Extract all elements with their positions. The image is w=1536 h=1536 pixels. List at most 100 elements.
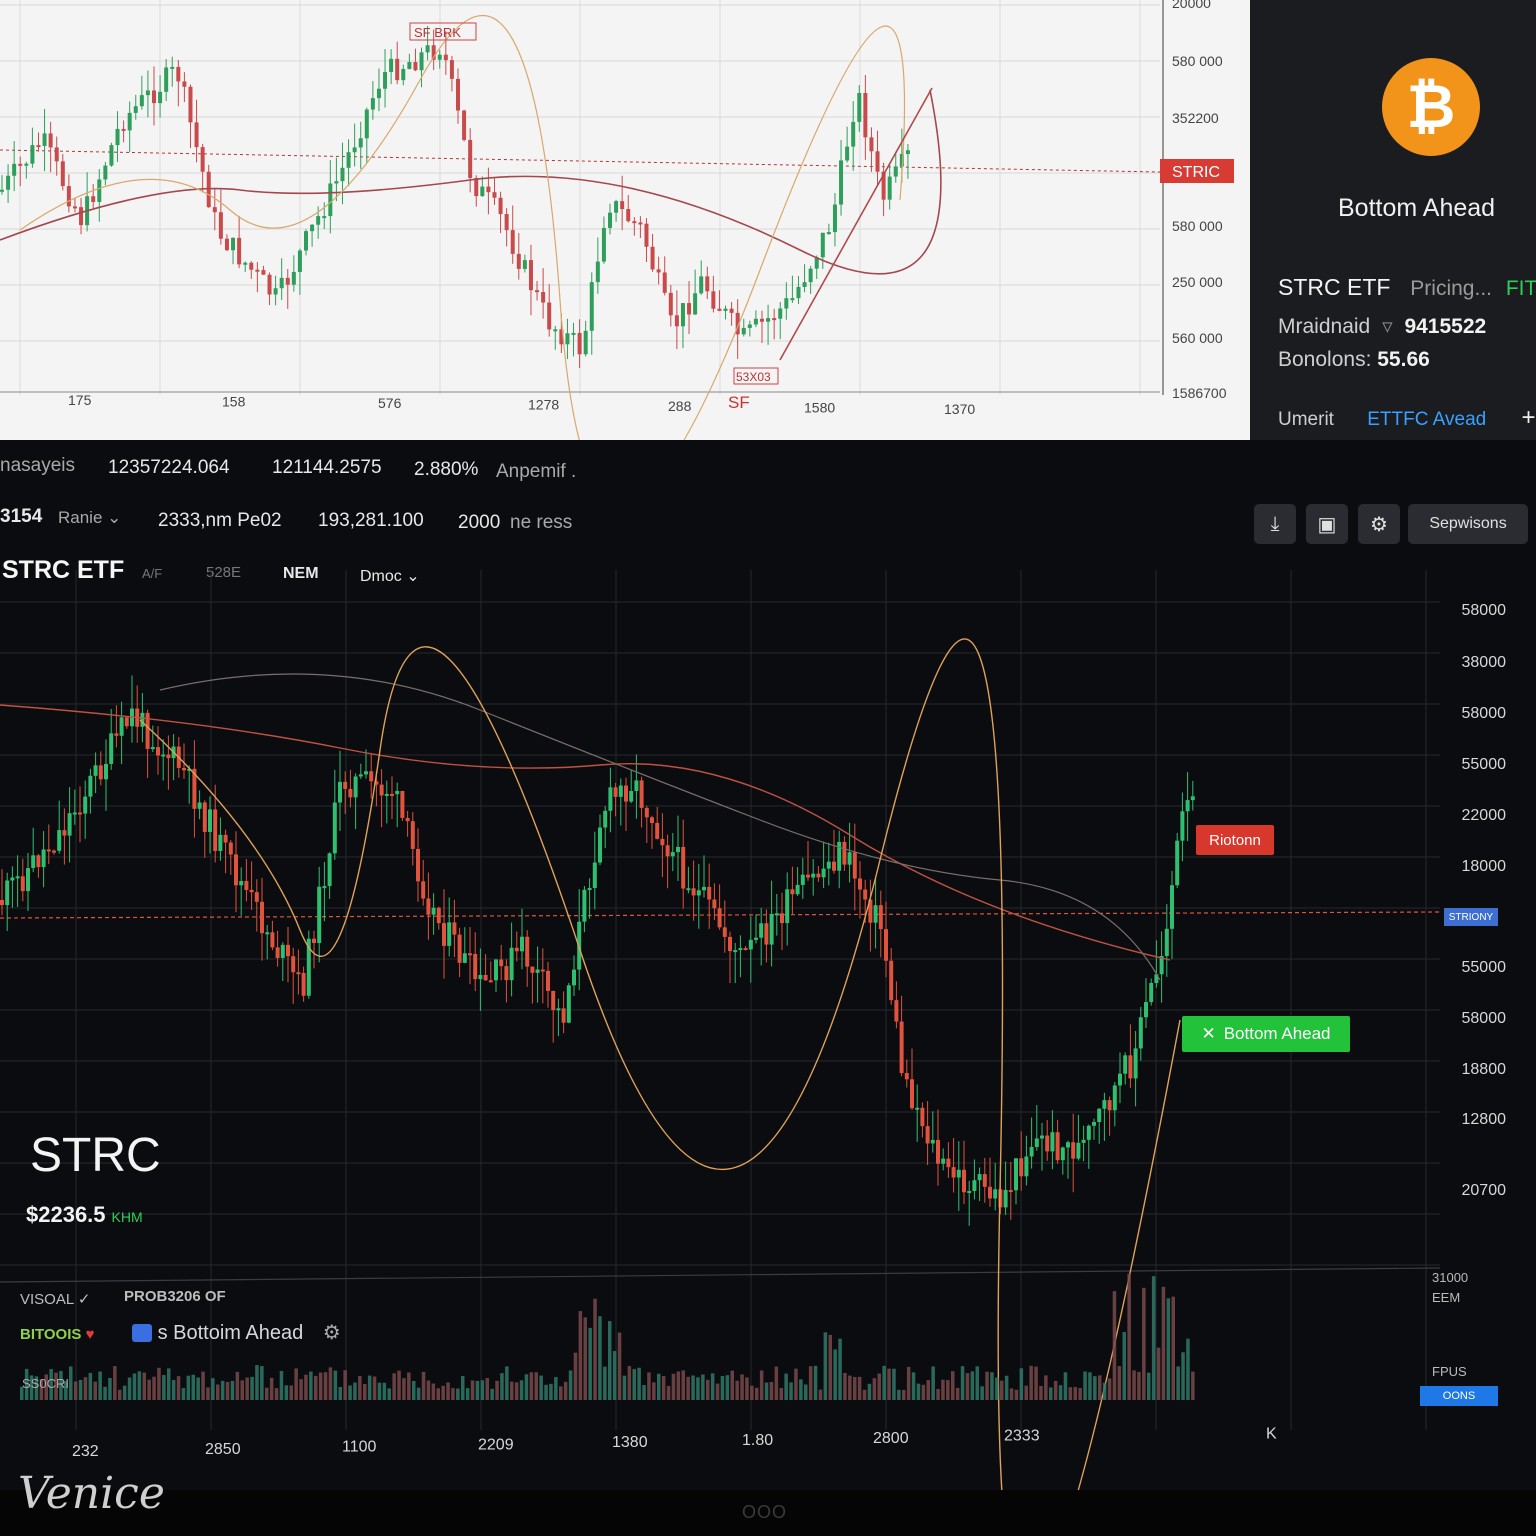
volume-bar — [1088, 1372, 1092, 1400]
volume-bar — [549, 1383, 553, 1400]
price-line-tag: STRIONY — [1444, 908, 1498, 926]
candle-body — [18, 163, 23, 166]
y-tick-label: 58000 — [1462, 602, 1507, 619]
volume-bar — [583, 1317, 587, 1400]
x-marker-label: SF — [728, 393, 750, 412]
candle-body — [468, 139, 473, 179]
volume-bar — [274, 1388, 279, 1400]
etf-link[interactable]: ETTFC Avead — [1367, 409, 1486, 430]
candle-body — [650, 246, 655, 270]
candle-body — [1175, 840, 1180, 886]
volume-bar — [936, 1388, 940, 1400]
volume-bar — [789, 1382, 793, 1400]
range-dropdown[interactable]: Ranie ⌄ — [58, 508, 121, 528]
gear-icon[interactable]: ⚙ — [323, 1322, 341, 1344]
candle-body — [255, 269, 260, 272]
candle-body — [249, 262, 254, 270]
trend-line — [779, 87, 933, 361]
camera-button[interactable]: ▣ — [1306, 504, 1348, 544]
candle-body — [561, 1008, 566, 1023]
volume-bar — [759, 1370, 764, 1400]
volume-bar — [872, 1378, 877, 1400]
volume-tick-label: 31000 — [1432, 1270, 1468, 1285]
y-tick-label: 22000 — [1462, 807, 1507, 824]
candle-body — [93, 765, 98, 776]
volume-tick-label: FPUS — [1432, 1364, 1467, 1379]
volume-bar — [529, 1372, 534, 1400]
candle-body — [124, 717, 129, 727]
candle-body — [547, 302, 552, 330]
volume-bar — [1137, 1371, 1141, 1400]
price-tag-red: Riotonn — [1196, 825, 1274, 855]
bottom-ahead-tag[interactable]: ✕ Bottom Ahead — [1182, 1016, 1350, 1052]
bottom-ahead-legend[interactable]: s Bottoim Ahead ⚙ — [132, 1320, 341, 1345]
candle-body — [1190, 796, 1195, 801]
volume-bar — [578, 1311, 583, 1400]
candle-body — [748, 939, 753, 950]
candle-body — [925, 1126, 930, 1144]
candle-body — [494, 959, 498, 981]
volume-bar — [421, 1371, 426, 1400]
bottom-ahead-legend-text: s Bottoim Ahead — [157, 1322, 304, 1344]
ma-line-2 — [159, 673, 1161, 981]
volume-bar — [397, 1370, 401, 1400]
candle-body — [723, 308, 728, 311]
add-icon[interactable]: + — [1522, 404, 1536, 431]
candle-body — [261, 270, 266, 275]
candle-body — [407, 62, 412, 69]
candle-body — [310, 224, 315, 232]
candle-body — [279, 277, 284, 289]
volume-bar — [1093, 1376, 1097, 1400]
volume-bar — [235, 1371, 240, 1400]
volume-bar — [676, 1371, 681, 1400]
candle-body — [972, 1180, 977, 1191]
candle-body — [638, 222, 643, 225]
volume-label[interactable]: VISOAL ✓ — [20, 1290, 90, 1308]
separators-button[interactable]: Sepwisons — [1408, 504, 1528, 544]
candle-body — [910, 1079, 914, 1109]
candle-body — [930, 1139, 935, 1144]
candle-body — [244, 881, 249, 890]
candle-body — [36, 145, 41, 148]
candle-body — [774, 913, 779, 916]
signal-icon: ✕ — [1201, 1024, 1216, 1043]
candle-body — [821, 868, 826, 878]
volume-bar — [1083, 1371, 1087, 1400]
download-button[interactable]: ⤓ — [1254, 504, 1296, 544]
candle-body — [369, 771, 374, 782]
volume-bar — [1029, 1365, 1033, 1400]
candle-body — [273, 288, 278, 295]
candle-body — [712, 899, 717, 909]
top-price-chart[interactable]: STRIC SF BRK 53X03 20000 580 000 352200 580 00… — [0, 0, 1250, 440]
candle-body — [800, 874, 805, 885]
candle-body — [614, 201, 619, 213]
candle-body — [98, 765, 103, 780]
volume-bar — [642, 1385, 646, 1400]
top-chart-canvas[interactable]: STRIC SF BRK 53X03 20000 580 000 352200 580 00… — [0, 0, 1250, 440]
volume-bar — [451, 1388, 455, 1400]
candle-body — [1149, 983, 1154, 1003]
candle-body — [832, 204, 837, 233]
candle-body — [530, 966, 535, 973]
volume-bar — [774, 1366, 779, 1400]
candle-body — [474, 178, 479, 197]
candle-body — [57, 830, 62, 851]
volume-bar — [652, 1382, 656, 1400]
volume-bar — [1058, 1385, 1063, 1400]
candle-body — [145, 90, 150, 96]
stats-note: Anpemif . — [496, 461, 577, 482]
settings-button[interactable]: ⚙ — [1358, 504, 1400, 544]
candle-body — [109, 733, 114, 764]
candle-body — [941, 1158, 946, 1164]
chevron-down-icon: ⌄ — [107, 508, 122, 527]
candle-body — [161, 754, 166, 757]
volume-bar — [206, 1387, 210, 1400]
candle-body — [634, 780, 639, 792]
volume-bar — [171, 1379, 176, 1400]
stats-value-1: 12357224.064 — [108, 457, 230, 478]
volume-bar — [617, 1332, 622, 1400]
x-tick-label: 158 — [222, 394, 246, 410]
candle-body — [595, 261, 600, 283]
candle-body — [338, 781, 342, 803]
candle-body — [722, 927, 727, 937]
